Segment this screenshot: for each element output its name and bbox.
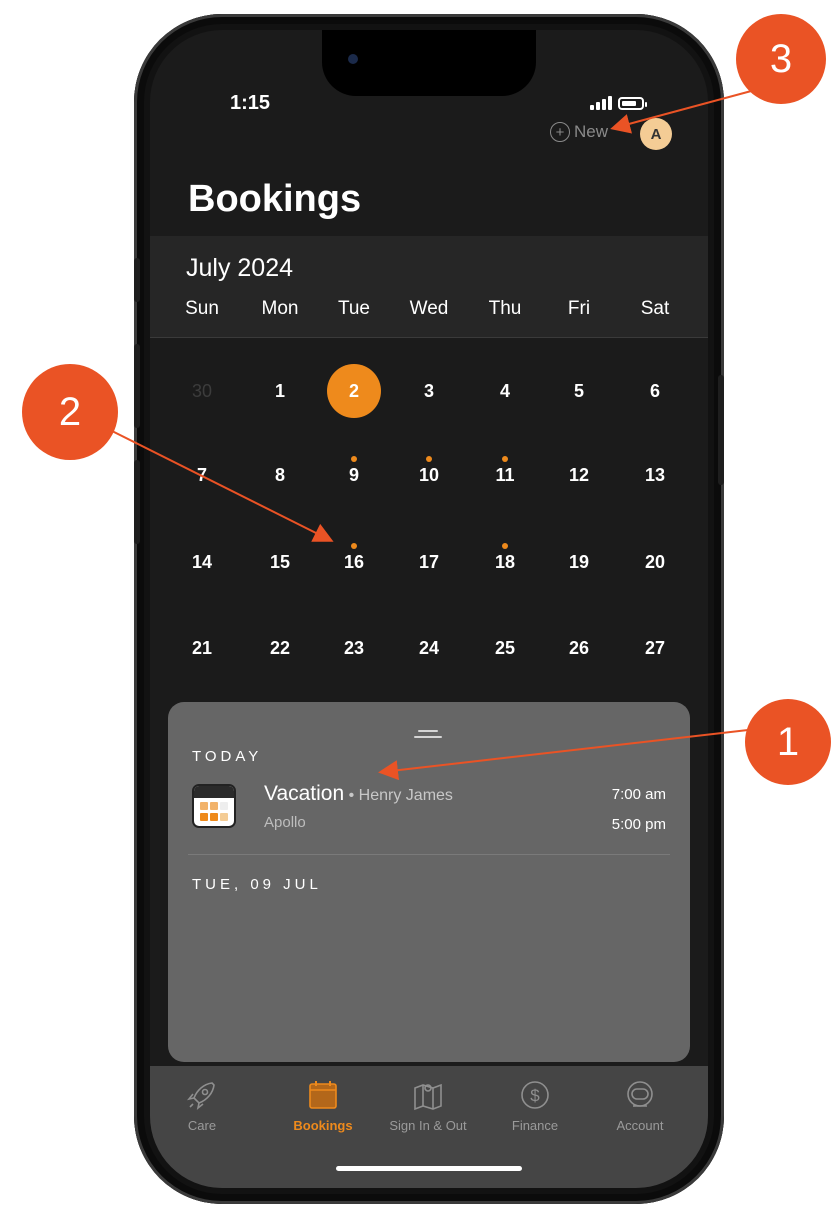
tab-finance[interactable]: $ Finance bbox=[490, 1078, 580, 1133]
tab-bookings[interactable]: Bookings bbox=[278, 1078, 368, 1133]
calendar-day[interactable]: 24 bbox=[402, 621, 456, 675]
astronaut-helmet-icon bbox=[627, 1081, 653, 1107]
calendar-day[interactable]: 19 bbox=[552, 535, 606, 589]
signal-icon bbox=[590, 96, 612, 110]
month-label[interactable]: July 2024 bbox=[186, 254, 293, 283]
calendar-day[interactable]: 6 bbox=[628, 364, 682, 418]
power-button bbox=[718, 375, 724, 485]
sheet-grabber-line bbox=[414, 736, 442, 738]
event-dot bbox=[502, 456, 508, 462]
calendar-day[interactable]: 12 bbox=[552, 448, 606, 502]
calendar-day[interactable]: 22 bbox=[253, 621, 307, 675]
event-end-time: 5:00 pm bbox=[611, 816, 666, 833]
calendar-day[interactable]: 26 bbox=[552, 621, 606, 675]
tab-label: Bookings bbox=[293, 1118, 353, 1133]
event-name: Vacation bbox=[264, 782, 345, 805]
event-dot bbox=[351, 543, 357, 549]
weekday-label: Thu bbox=[488, 298, 522, 319]
callout-2: 2 bbox=[22, 364, 118, 460]
event-title[interactable]: Vacation • Henry James bbox=[264, 782, 453, 806]
map-icon bbox=[414, 1083, 442, 1111]
tab-sign-in-out[interactable]: Sign In & Out bbox=[383, 1078, 473, 1133]
calendar-day[interactable]: 13 bbox=[628, 448, 682, 502]
agenda-section-today: TODAY bbox=[192, 748, 263, 765]
tab-label: Sign In & Out bbox=[389, 1118, 467, 1133]
tab-account[interactable]: Account bbox=[595, 1078, 685, 1133]
weekday-label: Fri bbox=[567, 298, 591, 319]
calendar-day[interactable]: 15 bbox=[253, 535, 307, 589]
sheet-grabber[interactable] bbox=[418, 730, 438, 732]
callout-1: 1 bbox=[745, 699, 831, 785]
calendar-day[interactable]: 1 bbox=[253, 364, 307, 418]
weekday-label: Mon bbox=[261, 298, 299, 319]
weekday-label: Sat bbox=[640, 298, 670, 319]
rocket-icon bbox=[187, 1082, 215, 1110]
tab-label: Care bbox=[187, 1118, 217, 1133]
mute-switch bbox=[134, 258, 140, 302]
status-time: 1:15 bbox=[230, 92, 271, 114]
dollar-circle-icon: $ bbox=[521, 1081, 549, 1109]
event-dot bbox=[502, 543, 508, 549]
tab-label: Finance bbox=[511, 1118, 559, 1133]
calendar-day[interactable]: 3 bbox=[402, 364, 456, 418]
avatar[interactable]: A bbox=[640, 118, 672, 150]
phone-screen: 1:15 + New A Bookings July 2024 Sun Mon Tu… bbox=[150, 30, 708, 1188]
callout-3: 3 bbox=[736, 14, 826, 104]
divider bbox=[150, 337, 708, 338]
event-location: Apollo bbox=[264, 814, 306, 831]
divider bbox=[188, 854, 670, 855]
calendar-day[interactable]: 8 bbox=[253, 448, 307, 502]
calendar-day[interactable]: 5 bbox=[552, 364, 606, 418]
calendar-header: July 2024 Sun Mon Tue Wed Thu Fri Sat bbox=[150, 236, 708, 338]
event-dot bbox=[426, 456, 432, 462]
calendar-day[interactable]: 30 bbox=[175, 364, 229, 418]
event-person: Henry James bbox=[358, 787, 453, 804]
tab-label: Account bbox=[616, 1118, 664, 1133]
event-separator: • bbox=[344, 787, 359, 804]
agenda-section-date: TUE, 09 JUL bbox=[192, 876, 322, 893]
plus-circle-icon: + bbox=[550, 122, 570, 142]
event-start-time: 7:00 am bbox=[611, 786, 666, 803]
calendar-day[interactable]: 23 bbox=[327, 621, 381, 675]
battery-icon bbox=[618, 96, 647, 110]
agenda-sheet[interactable]: TODAY Vacation • Henry James Apollo 7:00… bbox=[168, 702, 690, 1062]
calendar-day-selected[interactable]: 2 bbox=[327, 364, 381, 418]
new-button-label: New bbox=[574, 122, 609, 141]
weekday-label: Tue bbox=[337, 298, 371, 319]
weekday-label: Wed bbox=[409, 298, 449, 319]
notch bbox=[322, 30, 536, 96]
calendar-day[interactable]: 17 bbox=[402, 535, 456, 589]
status-icons bbox=[590, 96, 647, 110]
volume-up-button bbox=[134, 344, 140, 428]
volume-down-button bbox=[134, 460, 140, 544]
calendar-day[interactable]: 21 bbox=[175, 621, 229, 675]
calendar-day[interactable]: 25 bbox=[478, 621, 532, 675]
calendar-day[interactable]: 27 bbox=[628, 621, 682, 675]
camera bbox=[348, 54, 358, 64]
weekday-label: Sun bbox=[185, 298, 219, 319]
tab-care[interactable]: Care bbox=[157, 1078, 247, 1133]
calendar-day[interactable]: 14 bbox=[175, 535, 229, 589]
event-dot bbox=[351, 456, 357, 462]
svg-text:$: $ bbox=[530, 1086, 540, 1105]
calendar-icon bbox=[309, 1081, 337, 1109]
page-title: Bookings bbox=[188, 178, 362, 220]
booking-calendar-icon bbox=[192, 784, 236, 828]
new-button[interactable]: + New bbox=[550, 122, 608, 142]
home-indicator[interactable] bbox=[336, 1166, 522, 1171]
calendar-day[interactable]: 20 bbox=[628, 535, 682, 589]
calendar-day[interactable]: 4 bbox=[478, 364, 532, 418]
calendar-day[interactable]: 7 bbox=[175, 448, 229, 502]
